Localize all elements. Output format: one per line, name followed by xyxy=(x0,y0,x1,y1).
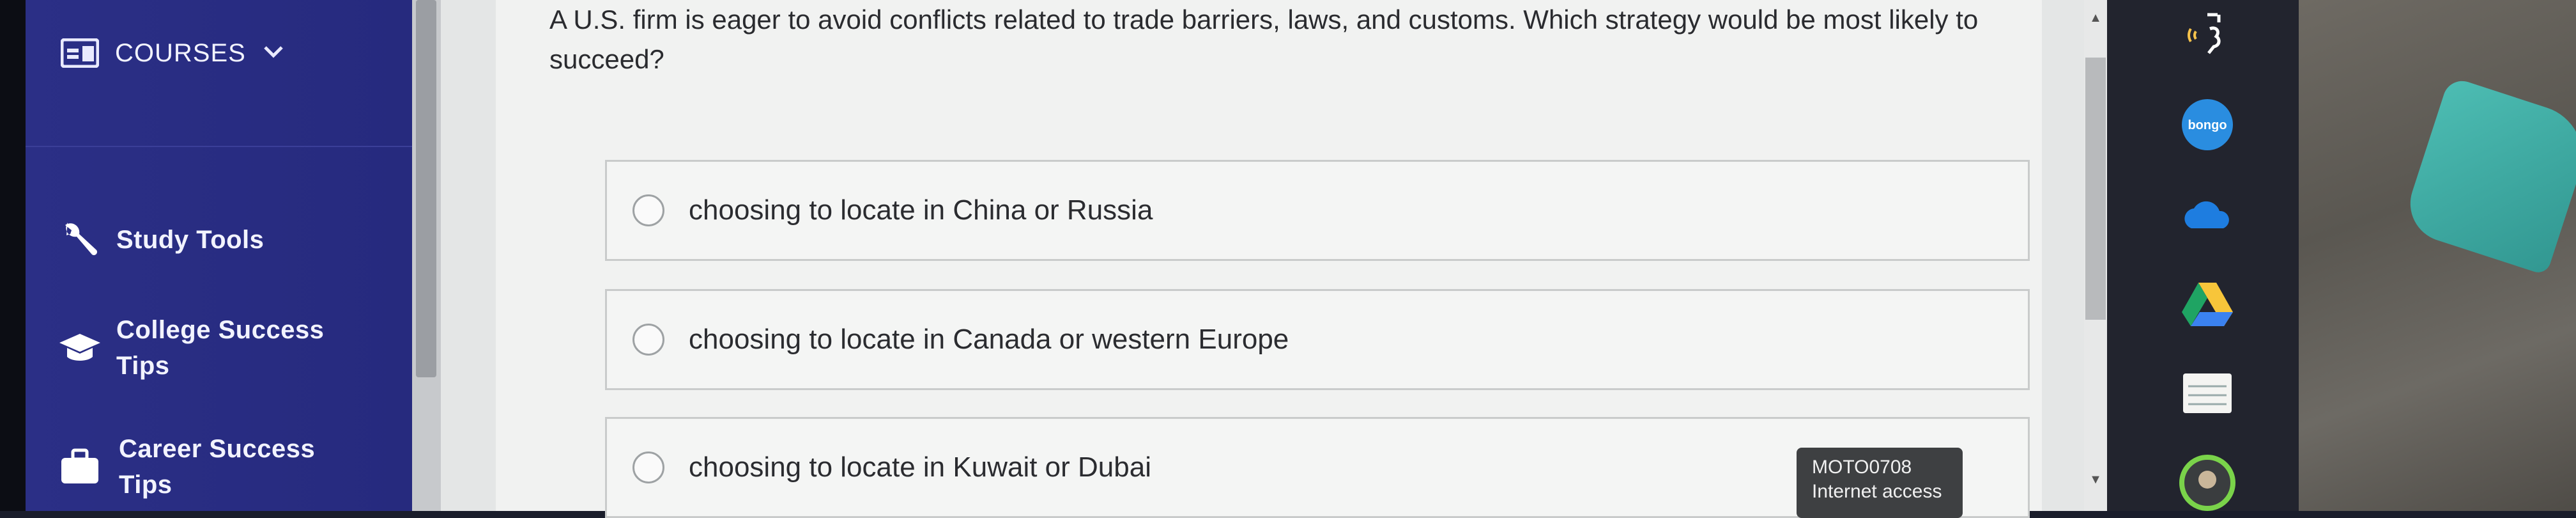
chevron-down-icon xyxy=(263,45,284,62)
answer-option-2[interactable]: choosing to locate in Canada or western … xyxy=(605,289,2030,390)
select-to-speak-icon[interactable] xyxy=(2179,6,2236,64)
radio-button[interactable] xyxy=(632,324,664,356)
content-scrollbar[interactable]: ▲ ▼ xyxy=(2084,0,2107,511)
sidebar-item-college-success-tips[interactable]: College Success Tips xyxy=(57,312,324,384)
radio-button[interactable] xyxy=(632,451,664,483)
sidebar-item-label-line2: Tips xyxy=(119,471,172,499)
answer-option-text: choosing to locate in Canada or western … xyxy=(689,324,1289,355)
scroll-down-icon[interactable]: ▼ xyxy=(2084,467,2107,492)
bongo-icon[interactable]: bongo xyxy=(2179,96,2236,153)
content-scrollbar-thumb[interactable] xyxy=(2085,58,2106,320)
google-drive-icon[interactable] xyxy=(2179,275,2236,333)
briefcase-icon xyxy=(57,444,102,489)
screen-bezel xyxy=(0,0,26,511)
radio-button[interactable] xyxy=(632,194,664,226)
sidebar-item-label-line1: Career Success xyxy=(119,435,316,463)
wrench-icon xyxy=(57,217,102,262)
sidebar-item-label-line1: College Success xyxy=(116,316,325,344)
answer-option-1[interactable]: choosing to locate in China or Russia xyxy=(605,160,2030,261)
sidebar-scrollbar[interactable] xyxy=(412,0,441,511)
bongo-icon-text: bongo xyxy=(2188,118,2227,132)
graduation-cap-icon xyxy=(57,326,102,370)
answer-option-text: choosing to locate in Kuwait or Dubai xyxy=(689,451,1151,483)
sidebar-scrollbar-thumb[interactable] xyxy=(416,0,436,377)
question-text: A U.S. firm is eager to avoid conflicts … xyxy=(549,4,1979,74)
sidebar-item-label-line2: Tips xyxy=(116,352,170,380)
courses-icon xyxy=(57,31,102,75)
onedrive-icon[interactable] xyxy=(2179,185,2236,243)
sidebar-item-label: Study Tools xyxy=(116,226,264,254)
sidebar-item-career-success-tips[interactable]: Career Success Tips xyxy=(57,431,315,503)
scroll-up-icon[interactable]: ▲ xyxy=(2084,5,2107,31)
sidebar-item-study-tools[interactable]: Study Tools xyxy=(57,217,264,262)
courses-label: COURSES xyxy=(115,39,246,67)
courses-menu-button[interactable]: COURSES xyxy=(57,31,284,75)
notes-icon[interactable] xyxy=(2179,365,2236,422)
course-sidebar: COURSES Study Tools College Success Tips xyxy=(26,0,412,511)
os-shelf xyxy=(2107,0,2299,511)
network-status: Internet access xyxy=(1812,481,1942,502)
network-tooltip: MOTO0708 Internet access xyxy=(1797,448,1963,518)
answer-option-text: choosing to locate in China or Russia xyxy=(689,194,1153,226)
sidebar-divider xyxy=(26,146,412,147)
network-name: MOTO0708 xyxy=(1812,457,1912,478)
avatar-icon[interactable] xyxy=(2179,454,2236,512)
